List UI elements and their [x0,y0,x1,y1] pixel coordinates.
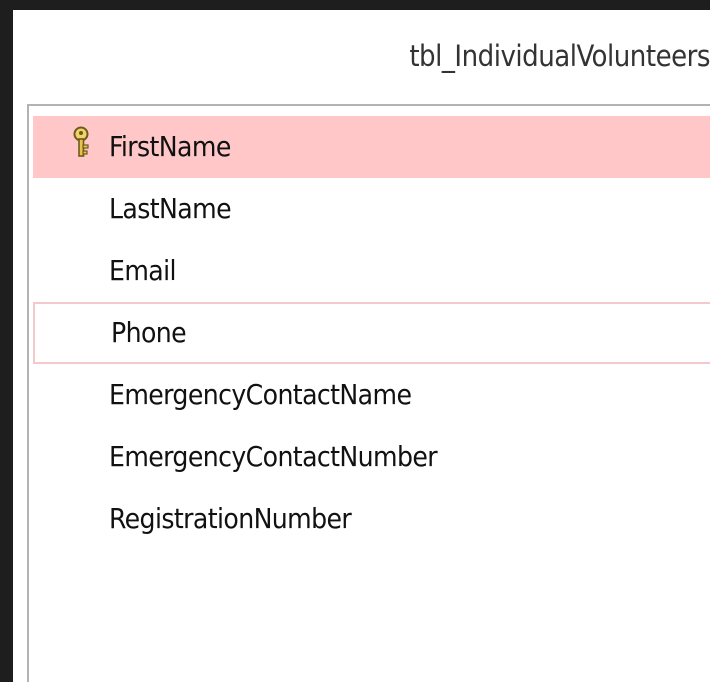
field-row-lastname[interactable]: LastName [33,178,710,240]
field-name: EmergencyContactName [109,378,412,411]
field-row-email[interactable]: Email [33,240,710,302]
field-name: Email [109,254,177,287]
field-name: RegistrationNumber [109,502,352,535]
field-row-emergencycontactname[interactable]: EmergencyContactName [33,364,710,426]
field-name: EmergencyContactNumber [109,440,438,473]
field-row-firstname[interactable]: FirstName [33,116,710,178]
field-name: FirstName [109,130,231,163]
field-row-phone[interactable]: Phone [33,302,710,364]
field-name: Phone [111,316,187,349]
field-row-registrationnumber[interactable]: RegistrationNumber [33,488,710,550]
field-name: LastName [109,192,232,225]
field-list[interactable]: FirstName LastName Email Phone Emergency… [27,104,710,682]
field-row-emergencycontactnumber[interactable]: EmergencyContactNumber [33,426,710,488]
key-icon [73,126,89,157]
table-title[interactable]: tbl_IndividualVolunteers [23,10,710,95]
table-field-list-window: tbl_IndividualVolunteers FirstName LastN… [13,10,710,682]
